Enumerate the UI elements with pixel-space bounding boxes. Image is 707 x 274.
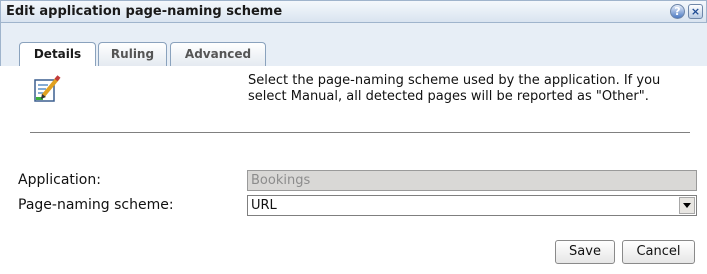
edit-document-icon: [34, 75, 61, 102]
edit-page-naming-dialog: Edit application page-naming scheme ? × …: [0, 0, 707, 274]
details-panel: Select the page-naming scheme used by th…: [0, 66, 707, 274]
save-button[interactable]: Save: [555, 240, 615, 264]
page-naming-scheme-label: Page-naming scheme:: [18, 197, 174, 213]
tab-ruling[interactable]: Ruling: [98, 42, 167, 67]
description-text: Select the page-naming scheme used by th…: [248, 73, 661, 104]
application-field: Bookings: [247, 170, 697, 191]
selected-scheme-value: URL: [251, 198, 277, 213]
tab-strip: Details Ruling Advanced: [0, 23, 707, 68]
page-naming-scheme-select[interactable]: URL: [247, 195, 697, 216]
cancel-button[interactable]: Cancel: [622, 240, 695, 264]
close-icon[interactable]: ×: [688, 4, 703, 19]
dialog-title: Edit application page-naming scheme: [6, 4, 283, 19]
tab-advanced[interactable]: Advanced: [170, 42, 266, 67]
help-icon[interactable]: ?: [670, 4, 685, 19]
dialog-titlebar[interactable]: Edit application page-naming scheme ? ×: [0, 0, 707, 23]
divider: [30, 132, 690, 133]
application-label: Application:: [18, 172, 101, 188]
tab-details[interactable]: Details: [19, 42, 96, 68]
chevron-down-icon[interactable]: [679, 197, 695, 214]
